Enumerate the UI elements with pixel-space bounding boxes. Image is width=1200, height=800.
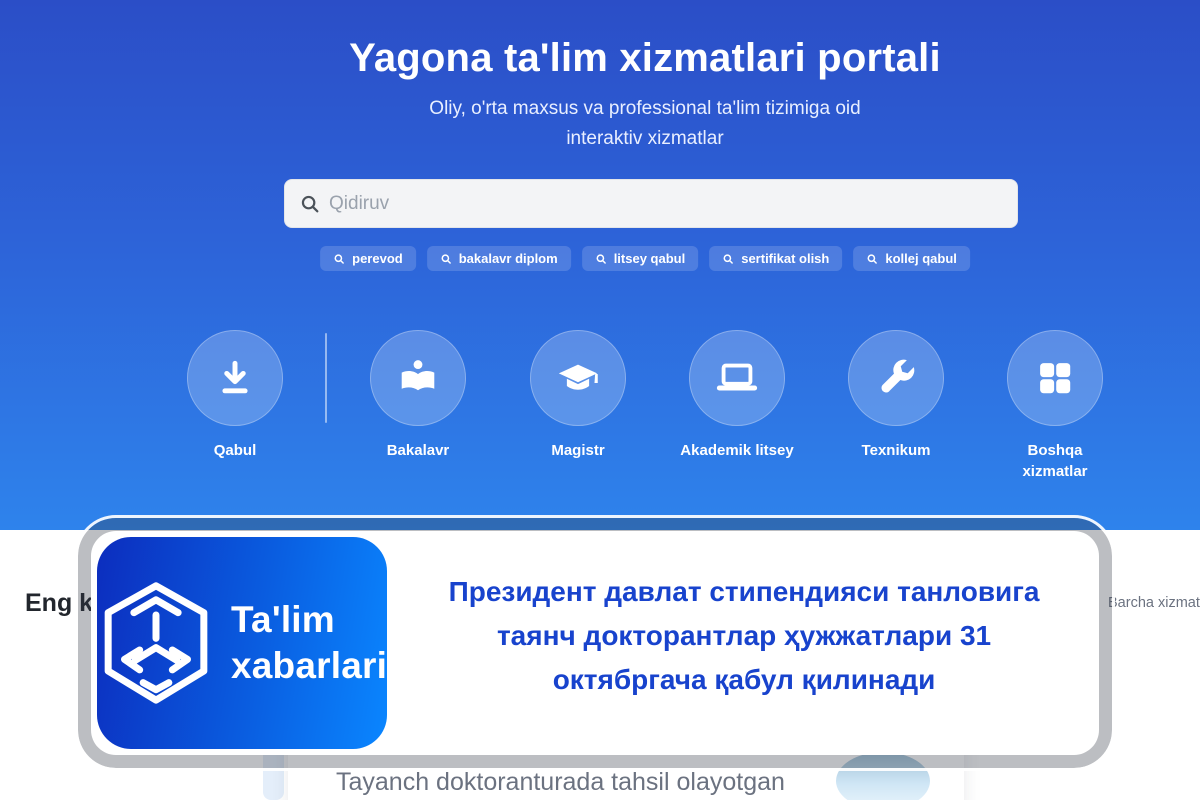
tag-kollej-qabul[interactable]: kollej qabul — [853, 246, 970, 271]
service-qabul[interactable]: Qabul — [175, 330, 295, 461]
tag-sertifikat-olish[interactable]: sertifikat olish — [709, 246, 842, 271]
search-icon — [722, 253, 734, 265]
service-bakalavr[interactable]: Bakalavr — [358, 330, 478, 461]
service-label: Qabul — [175, 440, 295, 461]
service-akademik-litsey[interactable]: Akademik litsey — [677, 330, 797, 461]
tag-bakalavr-diplom[interactable]: bakalavr diplom — [427, 246, 571, 271]
hero-banner: Yagona ta'lim xizmatlari portali Oliy, o… — [0, 0, 1200, 530]
tag-label: kollej qabul — [885, 251, 957, 266]
search-icon — [333, 253, 345, 265]
tag-litsey-qabul[interactable]: litsey qabul — [582, 246, 699, 271]
page-subtitle: Oliy, o'rta maxsus va professional ta'li… — [295, 94, 995, 154]
service-label: Magistr — [518, 440, 638, 461]
service-texnikum[interactable]: Texnikum — [836, 330, 956, 461]
subtitle-line-2: interaktiv xizmatlar — [566, 128, 723, 149]
search-icon — [299, 193, 321, 215]
news-title: Президент давлат стипендияси танловига т… — [419, 570, 1069, 702]
wrench-icon — [874, 356, 918, 400]
service-label: Texnikum — [836, 440, 956, 461]
talim-xabarlari-logo: Ta'lim xabarlari — [97, 537, 387, 749]
tag-perevod[interactable]: perevod — [320, 246, 416, 271]
tag-label: bakalavr diplom — [459, 251, 558, 266]
search-input[interactable] — [321, 193, 1017, 215]
tag-label: litsey qabul — [614, 251, 686, 266]
service-magistr[interactable]: Magistr — [518, 330, 638, 461]
services-divider — [325, 333, 327, 423]
news-overlay-card[interactable]: Ta'lim xabarlari Президент давлат стипен… — [78, 518, 1112, 768]
talim-xabarlari-cube-icon — [97, 580, 215, 706]
search-bar[interactable] — [284, 179, 1018, 228]
grid-icon — [1034, 357, 1076, 399]
all-services-link[interactable]: Barcha xizmatlar — [1108, 595, 1200, 611]
services-row: Qabul Bakalavr — [0, 330, 1200, 490]
service-boshqa-xizmatlar[interactable]: Boshqa xizmatlar — [995, 330, 1115, 482]
tag-label: perevod — [352, 251, 403, 266]
service-label: Akademik litsey — [677, 440, 797, 461]
background-card-text: Tayanch doktoranturada tahsil olayotgan — [336, 768, 785, 797]
logo-line-2: xabarlari — [231, 645, 387, 686]
logo-wordmark: Ta'lim xabarlari — [231, 597, 387, 689]
subtitle-line-1: Oliy, o'rta maxsus va professional ta'li… — [429, 98, 860, 119]
logo-line-1: Ta'lim — [231, 599, 335, 640]
book-reader-icon — [395, 355, 441, 401]
search-icon — [866, 253, 878, 265]
laptop-icon — [714, 355, 760, 401]
service-label: Bakalavr — [358, 440, 478, 461]
download-icon — [213, 356, 257, 400]
search-icon — [440, 253, 452, 265]
quick-search-tags: perevod bakalavr diplom litsey qabul ser… — [320, 246, 970, 271]
tag-label: sertifikat olish — [741, 251, 829, 266]
graduation-cap-icon — [555, 355, 601, 401]
portal-page: Yagona ta'lim xizmatlari portali Oliy, o… — [0, 0, 1200, 800]
page-title: Yagona ta'lim xizmatlari portali — [145, 36, 1145, 81]
service-label: Boshqa xizmatlar — [1009, 440, 1101, 482]
search-icon — [595, 253, 607, 265]
news-body: Президент давлат стипендияси танловига т… — [393, 531, 1099, 755]
